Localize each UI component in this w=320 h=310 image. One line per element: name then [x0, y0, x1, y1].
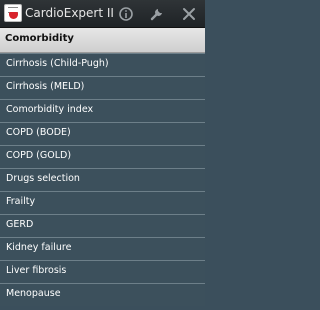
- list-item-gerd[interactable]: GERD: [0, 214, 205, 237]
- list-item-label: COPD (GOLD): [6, 150, 72, 161]
- list-item-label: Frailty: [6, 196, 36, 207]
- comorbidity-list: Cirrhosis (Child-Pugh) Cirrhosis (MELD) …: [0, 53, 205, 306]
- list-item-liver-fibrosis[interactable]: Liver fibrosis: [0, 260, 205, 283]
- info-icon[interactable]: [118, 6, 134, 22]
- list-item-menopause[interactable]: Menopause: [0, 283, 205, 306]
- list-item-label: Cirrhosis (Child-Pugh): [6, 58, 109, 69]
- list-item-comorbidity-index[interactable]: Comorbidity index: [0, 99, 205, 122]
- wrench-icon[interactable]: [149, 6, 165, 22]
- list-item-cirrhosis-meld[interactable]: Cirrhosis (MELD): [0, 76, 205, 99]
- list-item-drugs-selection[interactable]: Drugs selection: [0, 168, 205, 191]
- list-item-copd-bode[interactable]: COPD (BODE): [0, 122, 205, 145]
- list-item-label: COPD (BODE): [6, 127, 71, 138]
- list-item-copd-gold[interactable]: COPD (GOLD): [0, 145, 205, 168]
- section-header-label: Comorbidity: [5, 33, 74, 44]
- section-header: Comorbidity: [0, 28, 205, 53]
- list-item-frailty[interactable]: Frailty: [0, 191, 205, 214]
- list-item-label: GERD: [6, 219, 34, 230]
- list-item-label: Liver fibrosis: [6, 265, 67, 276]
- list-item-kidney-failure[interactable]: Kidney failure: [0, 237, 205, 260]
- list-item-label: Cirrhosis (MELD): [6, 81, 85, 92]
- app-title: CardioExpert II: [25, 6, 114, 20]
- list-item-label: Menopause: [6, 288, 61, 299]
- list-item-cirrhosis-child-pugh[interactable]: Cirrhosis (Child-Pugh): [0, 53, 205, 76]
- list-item-label: Comorbidity index: [6, 104, 94, 115]
- close-icon[interactable]: [181, 6, 197, 22]
- list-item-label: Kidney failure: [6, 242, 72, 253]
- cardio-app-icon: [4, 4, 22, 22]
- heart-icon: [9, 12, 18, 19]
- title-bar: CardioExpert II: [0, 0, 205, 28]
- list-item-label: Drugs selection: [6, 173, 80, 184]
